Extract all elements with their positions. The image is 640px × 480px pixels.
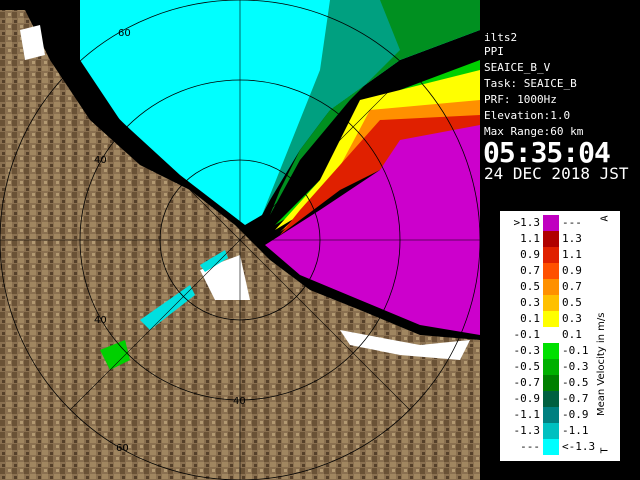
legend-row-swatch — [543, 215, 559, 231]
legend-row-swatch — [543, 311, 559, 327]
legend-row: 1.1 1.3 — [500, 231, 620, 247]
legend-row-upper-label: -0.1 — [562, 344, 589, 357]
info-prf: PRF: 1000Hz — [484, 93, 557, 106]
legend-row-swatch — [543, 295, 559, 311]
info-elevation: Elevation:1.0 — [484, 109, 571, 122]
ring-label-40-left: 40 — [94, 155, 107, 166]
info-product: SEAICE_B_V — [484, 61, 551, 74]
legend-row-upper-label: -0.9 — [562, 408, 589, 421]
legend-row-upper-label: 0.3 — [562, 312, 582, 325]
legend-row-swatch — [543, 407, 559, 423]
legend-row-lower-label: -1.1 — [513, 408, 541, 421]
info-scan-mode: PPI — [484, 45, 504, 58]
legend-row-swatch — [543, 359, 559, 375]
legend-row: 0.9 1.1 — [500, 247, 620, 263]
legend-row-upper-label: 1.3 — [562, 232, 582, 245]
legend-row-lower-label: 0.7 — [520, 264, 540, 277]
legend-row-upper-label: -0.5 — [562, 376, 589, 389]
ring-label-60-top: 60 — [118, 28, 131, 39]
ring-label-40-bottom: 40 — [233, 396, 246, 407]
legend-row-lower-label: 0.5 — [520, 280, 540, 293]
legend-row-lower-label: -0.9 — [513, 392, 541, 405]
legend-row-swatch — [543, 327, 559, 343]
legend-row-upper-label: -0.7 — [562, 392, 589, 405]
legend-row-upper-label: <-1.3 — [562, 440, 596, 453]
legend-row-upper-label: --- — [562, 216, 582, 229]
radial-spokes — [0, 0, 480, 480]
legend-row-upper-label: 0.5 — [562, 296, 582, 309]
legend-row-swatch — [543, 263, 559, 279]
legend-row-lower-label: -0.5 — [513, 360, 541, 373]
info-radar-name: ilts2 — [484, 31, 518, 44]
legend-row-swatch — [543, 343, 559, 359]
scan-date: 24 DEC 2018 JST — [484, 164, 629, 183]
legend-row-lower-label: -0.7 — [513, 376, 541, 389]
legend-row-lower-label: 0.1 — [520, 312, 540, 325]
legend-row-lower-label: -0.1 — [513, 328, 541, 341]
legend-row-lower-label: 1.1 — [520, 232, 540, 245]
legend-row-swatch — [543, 439, 559, 455]
legend-row-lower-label: 0.9 — [520, 248, 540, 261]
legend-row-swatch — [543, 423, 559, 439]
radar-ppi-map: 60 40 40 40 60 — [0, 0, 480, 480]
legend-row-swatch — [543, 231, 559, 247]
legend-row-swatch — [543, 391, 559, 407]
info-task: Task: SEAICE_B — [484, 77, 577, 90]
legend-title: Mean Velocity in m/s — [596, 312, 607, 416]
legend-row-upper-label: 1.1 — [562, 248, 582, 261]
legend-row-upper-label: 0.1 — [562, 328, 582, 341]
legend-arrow-toward-icon: T — [599, 447, 611, 454]
legend-row-upper-label: 0.7 — [562, 280, 582, 293]
velocity-color-legend: A >1.3 --- 1.1 1.3 0.9 1.1 0.7 0.9 0.5 0.7 0.3 0.5 0… — [499, 210, 621, 462]
legend-row-upper-label: -1.1 — [562, 424, 589, 437]
legend-row-upper-label: -0.3 — [562, 360, 589, 373]
legend-row-upper-label: 0.9 — [562, 264, 582, 277]
ring-label-40-lowerleft: 40 — [94, 315, 107, 326]
scan-time: 05:35:04 — [483, 136, 611, 169]
radar-info-panel: ilts2 PPI SEAICE_B_V Task: SEAICE_B PRF:… — [480, 28, 640, 188]
legend-row: >1.3 --- — [500, 215, 620, 231]
legend-row-swatch — [543, 247, 559, 263]
ring-label-60-bottom: 60 — [116, 443, 129, 454]
legend-row-lower-label: -1.3 — [513, 424, 541, 437]
legend-row-swatch — [543, 375, 559, 391]
legend-row-lower-label: -0.3 — [513, 344, 541, 357]
legend-row-lower-label: --- — [520, 440, 540, 453]
legend-row-lower-label: >1.3 — [513, 216, 541, 229]
legend-row-swatch — [543, 279, 559, 295]
legend-row-lower-label: 0.3 — [520, 296, 540, 309]
